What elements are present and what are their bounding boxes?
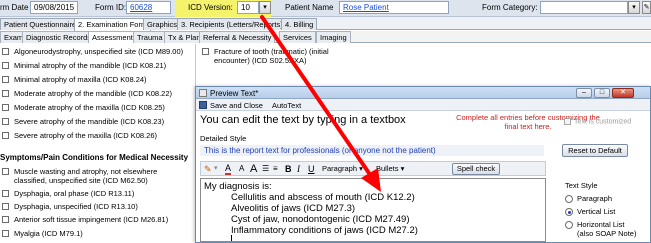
sub-tab-bar: Exam Diagnostic Records Assessment Traum… <box>0 31 651 43</box>
tab-billing[interactable]: 4. Billing <box>281 18 318 30</box>
subtab-services[interactable]: Services <box>279 31 316 43</box>
spell-check-button[interactable]: Spell check <box>452 163 500 175</box>
date-label: rm Date <box>0 3 29 12</box>
subtab-imaging[interactable]: Imaging <box>316 31 351 43</box>
maximize-button[interactable]: □ <box>594 88 610 98</box>
minimize-button[interactable]: – <box>576 88 592 98</box>
form-id-label: Form ID: <box>95 3 127 12</box>
checkbox[interactable] <box>2 104 9 111</box>
editor-line: Cellulitis and abscess of mouth (ICD K12… <box>231 192 415 203</box>
checkbox[interactable] <box>564 118 571 125</box>
form-category-select[interactable] <box>540 1 628 14</box>
dialog-titlebar[interactable]: Preview Text* – □ ✕ <box>196 87 650 99</box>
checkbox[interactable] <box>2 48 9 55</box>
italic-button[interactable]: I <box>297 163 300 175</box>
checkbox[interactable] <box>2 203 9 210</box>
bold-button[interactable]: B <box>285 163 292 175</box>
dialog-heading: You can edit the text by typing in a tex… <box>200 114 406 126</box>
reset-to-default-button[interactable]: Reset to Default <box>562 144 628 157</box>
tab-examination-form[interactable]: 2. Examination Form <box>74 18 152 31</box>
section-heading: Symptoms/Pain Conditions for Medical Nec… <box>0 153 189 162</box>
chevron-down-icon: ▾ <box>632 4 636 11</box>
main-tab-bar: Patient Questionnaire 2. Examination For… <box>0 17 651 31</box>
paragraph-dropdown[interactable]: Paragraph ▾ <box>322 163 363 175</box>
dialog-toolbar: Save and Close AutoText <box>196 99 650 111</box>
icd-version-select[interactable]: 10 <box>237 1 259 14</box>
tab-patient-questionnaire[interactable]: Patient Questionnaire <box>0 18 81 30</box>
maximize-icon: □ <box>599 89 605 96</box>
horizontal-list-note: (also SOAP Note) <box>577 229 637 238</box>
radio-button[interactable] <box>565 195 573 204</box>
form-header: rm Date 09/08/2015 Form ID: 60628 ICD Ve… <box>0 0 651 17</box>
checkbox[interactable] <box>2 62 9 69</box>
editor-line: Cyst of jaw, nonodontogenic (ICD M27.49) <box>231 214 410 225</box>
close-button[interactable]: ✕ <box>612 88 634 98</box>
edit-button[interactable]: ✎ <box>642 1 651 14</box>
checkbox[interactable] <box>2 168 9 175</box>
highlighter-icon[interactable]: ✎ <box>204 163 212 175</box>
radio-button[interactable] <box>565 221 573 230</box>
chevron-down-icon: ▾ <box>263 4 267 11</box>
checkbox[interactable] <box>2 190 9 197</box>
minimize-icon: – <box>582 89 586 96</box>
checkbox[interactable] <box>2 118 9 125</box>
form-category-label: Form Category: <box>482 3 538 12</box>
icd-dropdown-button[interactable]: ▾ <box>259 1 271 14</box>
column-divider <box>195 44 196 89</box>
subtab-diagnostic-records[interactable]: Diagnostic Records <box>22 31 96 43</box>
icd-version-label: ICD Version: <box>188 3 233 12</box>
text-caret <box>231 235 232 241</box>
subtab-trauma[interactable]: Trauma <box>133 31 167 43</box>
subtab-referral-necessity[interactable]: Referral & Necessity <box>199 31 276 43</box>
checkbox[interactable] <box>2 90 9 97</box>
patient-name-field[interactable]: Rose Patient <box>339 1 449 14</box>
editor-line: Inflammatory conditions of jaws (ICD M27… <box>231 225 418 236</box>
text-style-vertical-list[interactable]: Vertical List <box>565 207 615 217</box>
bullets-dropdown[interactable]: Bullets ▾ <box>376 163 404 175</box>
chevron-down-icon: ▾ <box>400 164 405 173</box>
dialog-title: Preview Text* <box>210 89 259 98</box>
underline-button[interactable]: U <box>308 163 315 175</box>
chevron-down-icon[interactable]: ▾ <box>214 163 218 175</box>
radio-button[interactable] <box>565 208 573 217</box>
align-left-icon[interactable]: ☰ <box>262 163 269 175</box>
editor-line: My diagnosis is: <box>204 181 272 192</box>
editor-line: Alveolitis of jaws (ICD M27.3) <box>231 203 356 214</box>
checkbox[interactable] <box>2 230 9 237</box>
subtab-assessment[interactable]: Assessment <box>88 31 137 43</box>
style-label: Detailed Style <box>200 134 247 143</box>
checkbox[interactable] <box>2 216 9 223</box>
patient-name-label: Patient Name <box>285 3 334 12</box>
align-center-icon[interactable]: ≡ <box>273 163 278 175</box>
font-smaller-button[interactable]: A <box>239 163 244 175</box>
text-style-paragraph[interactable]: Paragraph <box>565 194 612 204</box>
checkbox[interactable] <box>2 76 9 83</box>
report-text-editor[interactable]: My diagnosis is: Cellulitis and abscess … <box>200 178 546 242</box>
text-customized-toggle[interactable]: Text is customized <box>564 118 631 125</box>
checkbox[interactable] <box>2 132 9 139</box>
report-audience-info: This is the report text for professional… <box>200 145 544 156</box>
tab-recipients[interactable]: 3. Recipients (Letters/Reports) <box>177 18 287 30</box>
form-id-field[interactable]: 60628 <box>126 1 171 14</box>
save-icon <box>199 101 207 109</box>
text-style-horizontal-list[interactable]: Horizontal List <box>565 220 625 230</box>
tab-graphics[interactable]: Graphics <box>143 18 182 30</box>
text-style-label: Text Style <box>565 181 598 190</box>
font-color-button[interactable]: A <box>225 163 232 175</box>
pencil-icon: ✎ <box>643 4 650 11</box>
save-and-close-button[interactable]: Save and Close <box>210 101 263 110</box>
text-customized-label: Text is customized <box>574 118 632 126</box>
preview-text-dialog: Preview Text* – □ ✕ Save and Close AutoT… <box>195 86 651 243</box>
window-icon <box>199 89 207 97</box>
chevron-down-icon: ▾ <box>359 164 363 173</box>
font-larger-button[interactable]: A <box>250 163 257 175</box>
form-category-dropdown[interactable]: ▾ <box>628 1 640 14</box>
autotext-button[interactable]: AutoText <box>272 101 301 110</box>
checkbox[interactable] <box>202 48 209 55</box>
date-field[interactable]: 09/08/2015 <box>30 1 78 14</box>
close-icon: ✕ <box>620 89 626 96</box>
